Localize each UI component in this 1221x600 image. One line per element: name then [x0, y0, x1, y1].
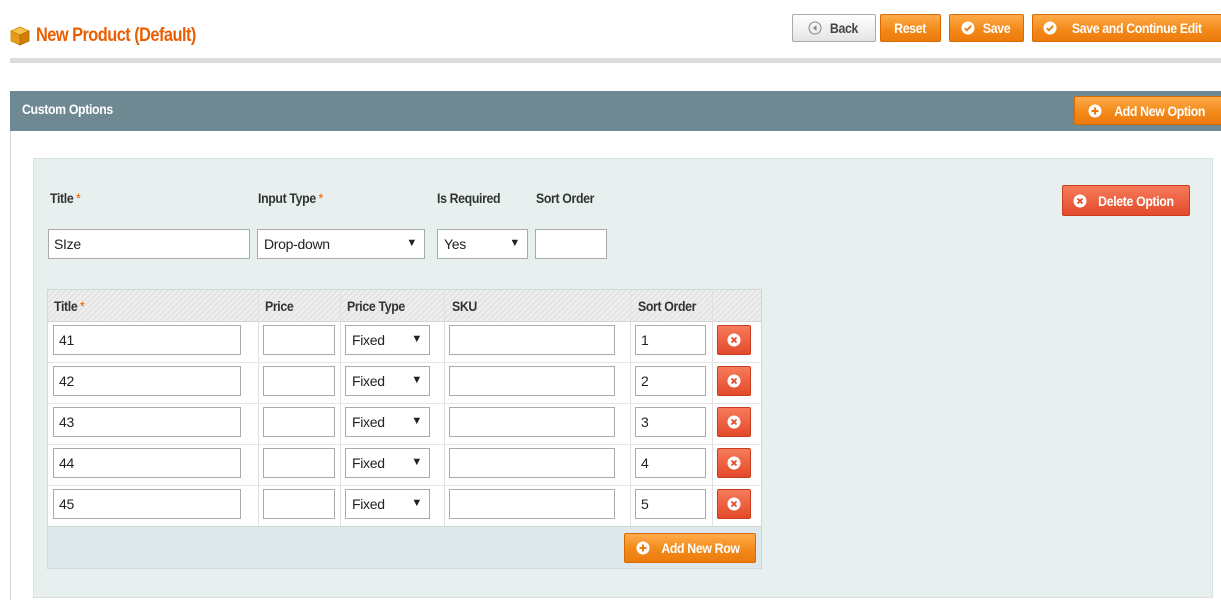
delete-row-button[interactable]: [717, 407, 751, 437]
header-divider: [10, 58, 1221, 63]
dropdown-arrow-icon: ▼: [509, 237, 520, 249]
row-price-input[interactable]: [263, 448, 335, 478]
row-sort-order-input[interactable]: 5: [635, 489, 706, 519]
row-price-input[interactable]: [263, 325, 335, 355]
plus-circle-icon: [636, 541, 650, 555]
th-sort-order: Sort Order: [638, 298, 697, 314]
input-type-select[interactable]: Drop-down ▼: [257, 229, 425, 259]
required-mark: *: [318, 190, 323, 206]
header-actions: Back Reset Save Save and Continue Edit: [792, 14, 1221, 42]
add-new-row-button[interactable]: Add New Row: [624, 533, 756, 563]
section-title: Custom Options: [22, 101, 113, 117]
required-mark: *: [79, 298, 85, 314]
row-title-input[interactable]: 41: [53, 325, 241, 355]
x-circle-icon: [727, 333, 741, 347]
row-divider: [48, 444, 761, 445]
delete-option-button[interactable]: Delete Option: [1062, 185, 1190, 216]
delete-row-button[interactable]: [717, 489, 751, 519]
row-sort-order-input[interactable]: 2: [635, 366, 706, 396]
plus-circle-icon: [1088, 104, 1102, 118]
x-circle-icon: [727, 456, 741, 470]
th-price: Price: [265, 298, 294, 314]
row-price-type-select[interactable]: Fixed ▼: [345, 489, 430, 519]
row-sort-order-input[interactable]: 4: [635, 448, 706, 478]
product-box-icon: [10, 26, 30, 46]
row-price-type-select[interactable]: Fixed ▼: [345, 366, 430, 396]
check-circle-icon: [1043, 21, 1057, 35]
page-title: New Product (Default): [10, 24, 222, 48]
delete-row-button[interactable]: [717, 366, 751, 396]
option-title-input[interactable]: SIze: [48, 229, 250, 259]
row-title-input[interactable]: 44: [53, 448, 241, 478]
dropdown-arrow-icon: ▼: [411, 456, 422, 468]
th-title: Title *: [54, 298, 85, 314]
row-divider: [48, 403, 761, 404]
required-mark: *: [75, 190, 81, 206]
x-circle-icon: [727, 374, 741, 388]
reset-button[interactable]: Reset: [880, 14, 941, 42]
column-divider: [258, 290, 259, 526]
th-price-type: Price Type: [347, 298, 405, 314]
is-required-label: Is Required: [437, 190, 501, 206]
row-price-type-select[interactable]: Fixed ▼: [345, 448, 430, 478]
column-divider: [712, 290, 713, 526]
custom-options-header: Custom Options Add New Option: [10, 91, 1221, 131]
row-title-input[interactable]: 45: [53, 489, 241, 519]
back-arrow-icon: [808, 21, 822, 35]
th-sku: SKU: [452, 298, 477, 314]
row-sku-input[interactable]: [449, 325, 615, 355]
column-divider: [340, 290, 341, 526]
row-divider: [48, 485, 761, 486]
x-circle-icon: [1073, 194, 1087, 208]
row-sku-input[interactable]: [449, 366, 615, 396]
row-price-type-select[interactable]: Fixed ▼: [345, 325, 430, 355]
page-title-text: New Product (Default): [36, 25, 196, 46]
row-price-input[interactable]: [263, 366, 335, 396]
save-button[interactable]: Save: [949, 14, 1024, 42]
delete-row-button[interactable]: [717, 325, 751, 355]
row-sort-order-input[interactable]: 1: [635, 325, 706, 355]
dropdown-arrow-icon: ▼: [406, 237, 417, 249]
back-button[interactable]: Back: [792, 14, 876, 42]
x-circle-icon: [727, 497, 741, 511]
row-divider: [48, 362, 761, 363]
row-price-input[interactable]: [263, 489, 335, 519]
row-sku-input[interactable]: [449, 448, 615, 478]
dropdown-arrow-icon: ▼: [411, 333, 422, 345]
row-sku-input[interactable]: [449, 489, 615, 519]
delete-row-button[interactable]: [717, 448, 751, 478]
add-new-option-button[interactable]: Add New Option: [1074, 96, 1221, 125]
column-divider: [444, 290, 445, 526]
check-circle-icon: [961, 21, 975, 35]
x-circle-icon: [727, 415, 741, 429]
page-header: New Product (Default) Back Reset Save Sa…: [0, 0, 1221, 63]
input-type-label: Input Type *: [258, 190, 323, 206]
option-sort-order-input[interactable]: [535, 229, 607, 259]
column-divider: [630, 290, 631, 526]
row-price-input[interactable]: [263, 407, 335, 437]
option-title-label: Title *: [50, 190, 81, 206]
dropdown-arrow-icon: ▼: [411, 415, 422, 427]
table-header-row: Title * Price Price Type SKU Sort Order: [48, 290, 761, 322]
is-required-select[interactable]: Yes ▼: [437, 229, 528, 259]
save-continue-button[interactable]: Save and Continue Edit: [1032, 14, 1221, 42]
row-title-input[interactable]: 43: [53, 407, 241, 437]
sort-order-label: Sort Order: [536, 190, 595, 206]
dropdown-arrow-icon: ▼: [411, 374, 422, 386]
row-price-type-select[interactable]: Fixed ▼: [345, 407, 430, 437]
row-title-input[interactable]: 42: [53, 366, 241, 396]
row-sort-order-input[interactable]: 3: [635, 407, 706, 437]
row-sku-input[interactable]: [449, 407, 615, 437]
dropdown-arrow-icon: ▼: [411, 497, 422, 509]
